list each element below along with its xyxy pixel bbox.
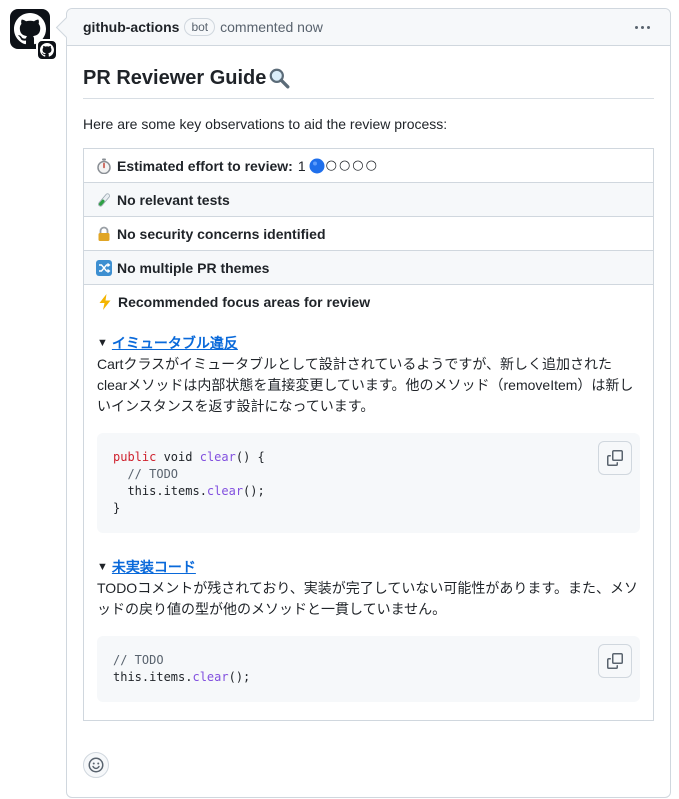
focus-row: Recommended focus areas for review ▼ イミュ…	[83, 284, 654, 721]
code-function: clear	[192, 670, 229, 684]
focus-area-summary[interactable]: ▼ イミュータブル違反	[97, 333, 640, 353]
effort-label: Estimated effort to review:	[117, 157, 293, 174]
tests-label: No relevant tests	[117, 191, 230, 208]
copy-button[interactable]	[598, 441, 632, 475]
focus-area-link-unimplemented[interactable]: 未実装コード	[112, 557, 196, 577]
comment-timestamp[interactable]: commented now	[220, 19, 323, 35]
code-text: }	[113, 501, 121, 515]
focus-area-unimplemented: ▼ 未実装コード TODOコメントが残されており、実装が完了していない可能性があ…	[97, 557, 640, 702]
stopwatch-icon	[97, 158, 111, 174]
add-reaction-button[interactable]	[83, 752, 109, 778]
disclosure-triangle-icon: ▼	[97, 561, 108, 573]
focus-area-link-immutability[interactable]: イミュータブル違反	[112, 333, 238, 353]
comment-options-button[interactable]	[630, 15, 654, 39]
security-row: No security concerns identified	[83, 216, 654, 251]
blue-circle-icon	[309, 158, 325, 173]
comment-body: PR Reviewer Guide Here are some key obse…	[67, 46, 670, 721]
code-function: clear	[206, 484, 244, 498]
lock-icon	[98, 226, 110, 241]
disclosure-triangle-icon: ▼	[97, 337, 108, 349]
code-text: ();	[243, 484, 265, 498]
focus-label: Recommended focus areas for review	[118, 294, 371, 310]
avatar[interactable]	[10, 9, 58, 61]
code-text: this.items.	[113, 484, 207, 498]
code-block: // TODO this.items.clear();	[97, 636, 640, 702]
guide-title: PR Reviewer Guide	[83, 64, 654, 99]
copy-icon	[607, 450, 623, 466]
security-label: No security concerns identified	[117, 225, 326, 242]
code-text: () {	[235, 450, 265, 464]
review-guide-table: Estimated effort to review: 1 ○○○○ No re…	[83, 148, 654, 721]
code-keyword: public	[113, 450, 157, 464]
github-mini-icon	[40, 43, 54, 57]
kebab-dot-icon	[646, 25, 650, 29]
shuffle-icon	[96, 259, 112, 276]
bot-label: bot	[184, 18, 216, 36]
kebab-dot-icon	[640, 25, 644, 29]
focus-area-description: TODOコメントが残されており、実装が完了していない可能性があります。また、メソ…	[97, 580, 638, 617]
magnifier-icon	[270, 68, 290, 89]
code-text: ();	[228, 670, 251, 684]
code-text: void	[156, 450, 200, 464]
author-link[interactable]: github-actions	[83, 19, 179, 35]
code-text: this.items.	[113, 670, 193, 684]
kebab-dot-icon	[634, 25, 638, 29]
focus-area-immutability: ▼ イミュータブル違反 Cartクラスがイミュータブルとして設計されているようで…	[97, 333, 640, 533]
guide-title-text: PR Reviewer Guide	[83, 67, 267, 89]
focus-area-description: Cartクラスがイミュータブルとして設計されているようですが、新しく追加されたc…	[97, 356, 634, 414]
code-comment: // TODO	[113, 653, 164, 667]
lightning-icon	[99, 294, 111, 310]
tests-row: No relevant tests	[83, 182, 654, 217]
effort-row: Estimated effort to review: 1 ○○○○	[83, 148, 654, 183]
smiley-icon	[88, 757, 104, 773]
code-block: public void clear() { // TODO this.items…	[97, 433, 640, 533]
copy-button[interactable]	[598, 644, 632, 678]
comment-card: github-actions bot commented now PR Revi…	[66, 8, 671, 798]
effort-value: 1	[297, 157, 306, 174]
code-comment: // TODO	[113, 467, 179, 481]
themes-row: No multiple PR themes	[83, 250, 654, 285]
themes-label: No multiple PR themes	[117, 259, 270, 276]
effort-empty-dots: ○○○○	[325, 158, 379, 173]
code-function: clear	[199, 450, 236, 464]
copy-icon	[607, 653, 623, 669]
test-tube-icon	[98, 192, 110, 207]
focus-area-summary[interactable]: ▼ 未実装コード	[97, 557, 640, 577]
bot-badge	[36, 39, 58, 61]
intro-text: Here are some key observations to aid th…	[83, 116, 448, 132]
comment-header: github-actions bot commented now	[67, 9, 670, 46]
